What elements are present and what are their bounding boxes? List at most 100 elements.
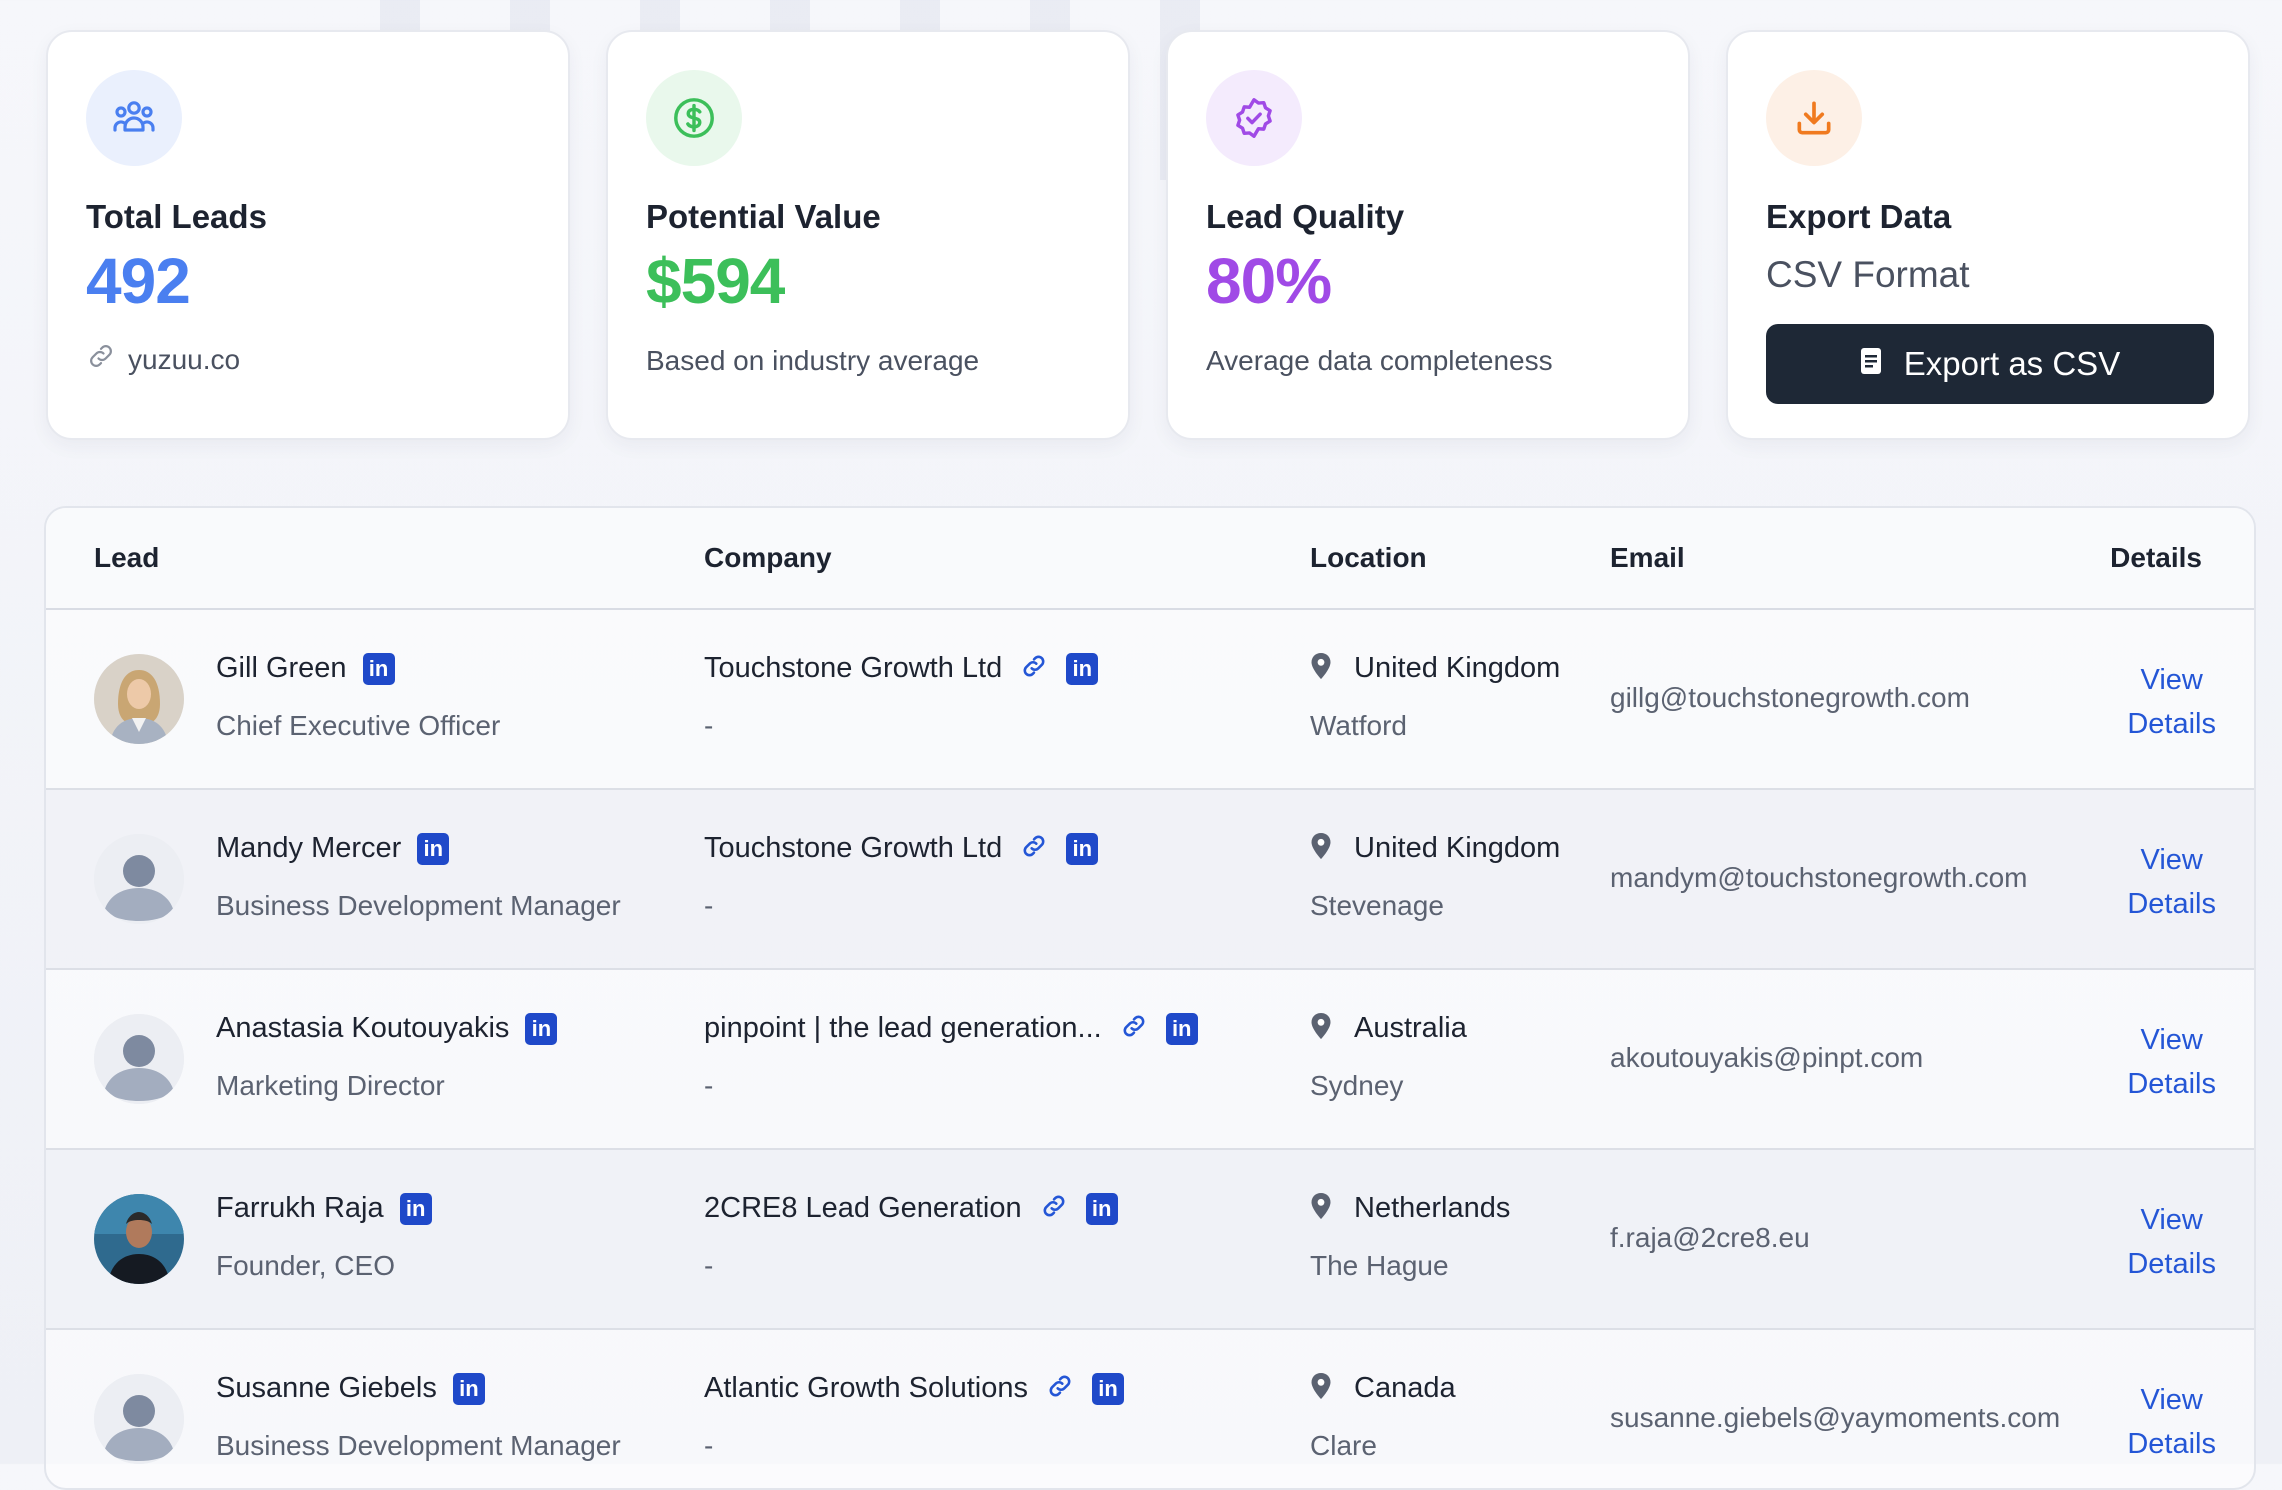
company-name: pinpoint | the lead generation... [704,1012,1102,1044]
location-city: Clare [1310,1430,1377,1461]
lead-title: Founder, CEO [216,1250,395,1281]
potential-value-title: Potential Value [646,198,881,235]
view-details-link[interactable]: View Details [2127,658,2216,746]
location-country: Canada [1354,1372,1456,1404]
details-label: Details [2127,708,2216,740]
link-icon [86,341,116,378]
total-leads-card: Total Leads 492 yuzuu.co [46,30,570,440]
lead-name: Gill Green [216,652,347,684]
total-leads-title: Total Leads [86,198,267,235]
view-details-link[interactable]: View Details [2127,1018,2216,1106]
lead-name-line: Anastasia Koutouyakis in [216,1012,558,1045]
lead-name: Mandy Mercer [216,832,402,864]
export-format: CSV Format [1766,254,1970,295]
link-icon[interactable] [1046,1372,1074,1405]
company-name: Atlantic Growth Solutions [704,1372,1028,1404]
export-csv-button[interactable]: Export as CSV [1766,324,2214,404]
map-pin-icon [1310,1192,1332,1225]
lead-email: susanne.giebels@yaymoments.com [1610,1402,2061,1433]
link-icon[interactable] [1020,652,1048,685]
linkedin-icon[interactable]: in [452,1372,485,1405]
lead-title: Business Development Manager [216,1430,621,1461]
location-city: Sydney [1310,1070,1404,1101]
lead-quality-note: Average data completeness [1206,345,1553,377]
avatar [94,834,184,924]
company-line: Atlantic Growth Solutions in [704,1372,1124,1405]
domain-link[interactable]: yuzuu.co [86,341,530,378]
company-name: Touchstone Growth Ltd [704,652,1003,684]
total-leads-value: 492 [86,245,191,317]
view-label: View [2140,1384,2203,1416]
avatar [94,1014,184,1104]
linkedin-icon[interactable]: in [362,652,395,685]
lead-name-line: Mandy Mercer in [216,832,450,865]
download-icon [1766,70,1862,166]
linkedin-icon[interactable]: in [417,832,450,865]
export-card: Export Data CSV Format Export as CSV [1726,30,2250,440]
lead-email: akoutouyakis@pinpt.com [1610,1042,1924,1073]
lead-name: Anastasia Koutouyakis [216,1012,510,1044]
location-country: Netherlands [1354,1192,1511,1224]
dollar-circle-icon [646,70,742,166]
table-row: Susanne Giebels in Business Development … [46,1330,2254,1488]
lead-name: Farrukh Raja [216,1192,384,1224]
leads-table: Lead Company Location Email Details Gill… [44,506,2256,1490]
details-label: Details [2127,1068,2216,1100]
view-details-link[interactable]: View Details [2127,838,2216,926]
table-row: Gill Green in Chief Executive Officer To… [46,610,2254,790]
table-header: Lead Company Location Email Details [46,508,2254,610]
company-line: pinpoint | the lead generation... in [704,1012,1198,1045]
details-label: Details [2127,1428,2216,1460]
link-icon[interactable] [1020,832,1048,865]
link-icon[interactable] [1040,1192,1068,1225]
company-line: 2CRE8 Lead Generation in [704,1192,1118,1225]
location-line: Netherlands [1310,1192,1510,1225]
verified-badge-icon [1206,70,1302,166]
linkedin-icon[interactable]: in [1066,652,1099,685]
lead-title: Marketing Director [216,1070,445,1101]
location-country: United Kingdom [1354,652,1561,684]
linkedin-icon[interactable]: in [525,1012,558,1045]
avatar [94,1194,184,1284]
link-icon[interactable] [1120,1012,1148,1045]
linkedin-icon[interactable]: in [1165,1012,1198,1045]
company-sub: - [704,1250,714,1281]
view-label: View [2140,844,2203,876]
view-details-link[interactable]: View Details [2127,1198,2216,1286]
linkedin-icon[interactable]: in [399,1192,432,1225]
lead-email: mandym@touchstonegrowth.com [1610,862,2028,893]
company-line: Touchstone Growth Ltd in [704,652,1099,685]
view-details-link[interactable]: View Details [2127,1378,2216,1466]
lead-quality-card: Lead Quality 80% Average data completene… [1166,30,1690,440]
location-line: United Kingdom [1310,832,1560,865]
lead-name-line: Farrukh Raja in [216,1192,432,1225]
potential-value-amount: $594 [646,245,785,317]
company-sub: - [704,890,714,921]
header-email: Email [1610,542,1685,573]
header-details: Details [2110,542,2202,573]
linkedin-icon[interactable]: in [1091,1372,1124,1405]
linkedin-icon[interactable]: in [1085,1192,1118,1225]
header-location: Location [1310,542,1427,573]
lead-quality-value: 80% [1206,245,1332,317]
lead-email: f.raja@2cre8.eu [1610,1222,1810,1253]
location-line: Canada [1310,1372,1456,1405]
company-name: 2CRE8 Lead Generation [704,1192,1022,1224]
location-country: United Kingdom [1354,832,1561,864]
map-pin-icon [1310,832,1332,865]
company-line: Touchstone Growth Ltd in [704,832,1099,865]
location-line: Australia [1310,1012,1467,1045]
linkedin-icon[interactable]: in [1066,832,1099,865]
potential-value-note: Based on industry average [646,345,980,377]
location-city: Watford [1310,710,1407,741]
export-button-label: Export as CSV [1903,345,2121,382]
lead-name-line: Susanne Giebels in [216,1372,485,1405]
details-label: Details [2127,888,2216,920]
table-row: Mandy Mercer in Business Development Man… [46,790,2254,970]
location-city: The Hague [1310,1250,1449,1281]
document-icon [1860,345,1882,383]
header-company: Company [704,542,832,573]
company-sub: - [704,710,714,741]
potential-value-card: Potential Value $594 Based on industry a… [606,30,1130,440]
company-sub: - [704,1430,714,1461]
